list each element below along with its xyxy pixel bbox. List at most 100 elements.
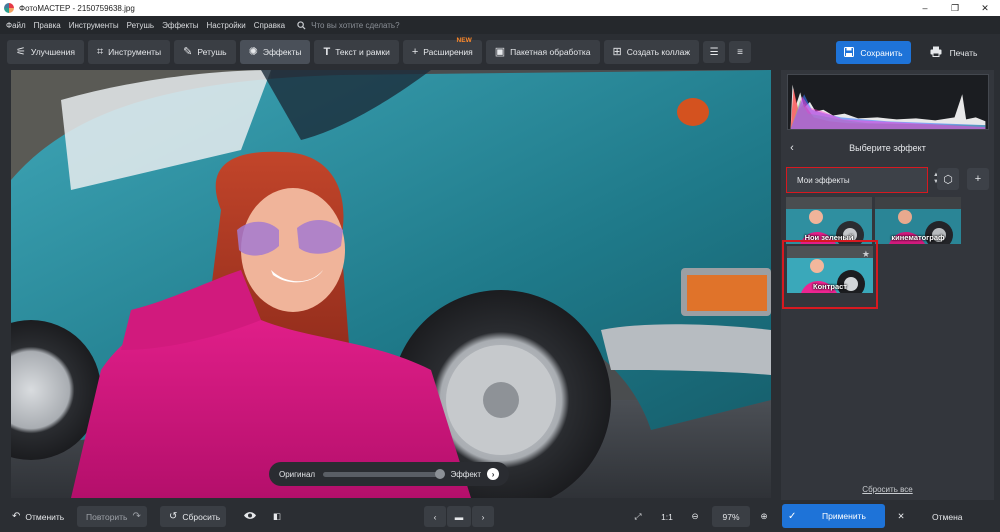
fit-screen-icon: ⤢ — [634, 511, 642, 521]
effect-thumb-label: кинематограф — [891, 233, 945, 242]
close-icon: ✕ — [897, 511, 905, 521]
plus-icon: + — [974, 173, 982, 185]
printer-icon — [930, 46, 942, 59]
cancel-button[interactable]: Отмена — [932, 506, 963, 527]
menu-retouch[interactable]: Ретушь — [127, 21, 155, 30]
sliders-icon: ⚟ — [16, 45, 26, 58]
tab-retouch[interactable]: ✎ Ретушь — [174, 40, 236, 64]
tab-effects-label: Эффекты — [262, 47, 302, 57]
minimize-button[interactable]: – — [910, 0, 940, 16]
menu-settings[interactable]: Настройки — [206, 21, 245, 30]
menu-tools[interactable]: Инструменты — [69, 21, 119, 30]
fit-to-screen-button[interactable]: ⤢ — [630, 506, 646, 527]
checkmark-icon: ✓ — [788, 510, 797, 522]
save-label: Сохранить — [860, 47, 903, 58]
back-arrow-icon[interactable]: ‹ — [781, 142, 803, 154]
tab-extensions-label: Расширения — [423, 47, 473, 57]
compare-track[interactable] — [323, 468, 446, 479]
photo-canvas[interactable] — [11, 70, 771, 498]
save-button[interactable]: Сохранить — [836, 41, 911, 64]
zoom-level-field[interactable]: 97% — [712, 506, 750, 527]
print-button[interactable]: Печать — [916, 41, 991, 64]
cancel-x-icon[interactable]: ✕ — [895, 506, 907, 527]
effect-thumb[interactable]: кинематограф — [875, 197, 961, 244]
compare-split-button[interactable]: ◧ — [270, 506, 284, 527]
star-icon[interactable]: ★ — [862, 249, 870, 260]
tab-batch[interactable]: ▣ Пакетная обработка — [485, 40, 600, 64]
reset-label: Сбросить — [182, 511, 221, 522]
plus-icon: + — [411, 45, 419, 58]
prev-image-button[interactable]: ‹ — [424, 506, 446, 527]
effects-category-dropdown[interactable]: Мои эффекты — [786, 167, 928, 193]
tab-text-frames[interactable]: T Текст и рамки — [314, 40, 399, 64]
next-image-button[interactable]: › — [472, 506, 494, 527]
close-button[interactable]: ✕ — [970, 0, 1000, 16]
collage-icon: ⊞ — [612, 45, 622, 58]
menu-help[interactable]: Справка — [254, 21, 285, 30]
minus-circle-icon: ⊖ — [691, 511, 699, 521]
effect-label: Эффект — [450, 469, 482, 479]
zoom-out-button[interactable]: ⊖ — [688, 506, 702, 527]
menu-file[interactable]: Файл — [6, 21, 26, 30]
tab-enhancements[interactable]: ⚟ Улучшения — [7, 40, 84, 64]
reset-icon: ↺ — [169, 511, 178, 522]
menu-bar: Файл Правка Инструменты Ретушь Эффекты Н… — [0, 16, 1000, 34]
preview-toggle-button[interactable] — [242, 506, 258, 527]
window-title: ФотоМАСТЕР - 2150759638.jpg — [19, 3, 135, 13]
tab-collage[interactable]: ⊞ Создать коллаж — [603, 40, 700, 64]
main-toolbar: ⚟ Улучшения ⌗ Инструменты ✎ Ретушь ✺ Эфф… — [0, 34, 1000, 70]
menu-search[interactable]: Что вы хотите сделать? — [297, 20, 400, 30]
sliders-clock-icon: ≡ — [737, 46, 743, 58]
menu-effects[interactable]: Эффекты — [162, 21, 198, 30]
apply-button[interactable]: ✓ Применить — [782, 504, 885, 528]
chevron-right-icon: › — [481, 511, 485, 522]
edited-photo — [11, 70, 771, 498]
app-logo-icon — [4, 3, 14, 13]
effect-thumb-label: Контраст — [813, 282, 847, 291]
reset-all-link[interactable]: Сбросить все — [781, 485, 994, 494]
text-icon: T — [323, 45, 331, 58]
menu-edit[interactable]: Правка — [34, 21, 61, 30]
open-folder-button[interactable]: ▬ — [447, 506, 471, 527]
tab-tools-label: Инструменты — [108, 47, 162, 57]
panel-title: Выберите эффект — [849, 143, 926, 153]
compare-icon: ◧ — [272, 511, 282, 521]
panel-header: ‹ Выберите эффект — [781, 137, 994, 159]
plus-circle-icon: ⊕ — [760, 511, 768, 521]
histogram — [787, 74, 989, 130]
cube-icon: ⬡ — [943, 173, 953, 186]
image-stack-icon: ▣ — [494, 45, 506, 58]
tab-tools[interactable]: ⌗ Инструменты — [87, 40, 171, 64]
tab-extensions[interactable]: + Расширения NEW — [402, 37, 482, 64]
crop-icon: ⌗ — [96, 45, 104, 58]
apply-label: Применить — [822, 511, 866, 521]
add-adjustment-button[interactable]: ☰ — [703, 41, 726, 63]
compare-slider[interactable]: Оригинал Эффект › — [269, 462, 509, 486]
actual-size-button[interactable]: 1:1 — [658, 506, 676, 527]
zoom-in-button[interactable]: ⊕ — [757, 506, 771, 527]
redo-button[interactable]: Повторить ↷ — [77, 506, 147, 527]
undo-button[interactable]: ↶ Отменить — [12, 506, 70, 527]
print-label: Печать — [949, 47, 978, 58]
effect-thumb[interactable]: Нои зеленый — [786, 197, 872, 244]
reset-button[interactable]: ↺ Сбросить — [160, 506, 226, 527]
effects-library-button[interactable]: ⬡ — [937, 168, 959, 190]
tab-batch-label: Пакетная обработка — [510, 47, 591, 57]
chevron-left-icon: ‹ — [433, 511, 437, 522]
tab-effects[interactable]: ✺ Эффекты — [239, 40, 311, 64]
brush-icon: ✎ — [183, 45, 193, 58]
effect-thumb-selected[interactable]: ★ Контраст — [787, 246, 873, 293]
compare-knob[interactable] — [435, 468, 446, 479]
magic-wand-icon: ✺ — [248, 45, 258, 58]
adjustment-history-button[interactable]: ≡ — [729, 41, 752, 63]
title-bar: ФотоМАСТЕР - 2150759638.jpg – ❐ ✕ — [0, 0, 1000, 16]
add-effect-button[interactable]: + — [967, 168, 989, 190]
maximize-button[interactable]: ❐ — [940, 0, 970, 16]
window-controls: – ❐ ✕ — [910, 0, 1000, 16]
undo-icon: ↶ — [12, 511, 21, 522]
tab-retouch-label: Ретушь — [197, 47, 227, 57]
original-label: Оригинал — [279, 469, 316, 479]
search-icon — [297, 20, 306, 30]
chevron-right-icon[interactable]: › — [487, 468, 499, 480]
redo-icon: ↷ — [132, 511, 141, 522]
